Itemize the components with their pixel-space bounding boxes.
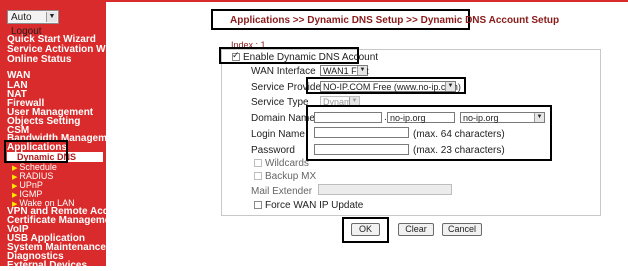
enable-ddns-checkbox[interactable]	[232, 50, 240, 61]
force-wan-ip-checkbox[interactable]	[254, 201, 262, 209]
cancel-button[interactable]: Cancel	[442, 223, 482, 236]
domain-suffix-select-value: no-ip.org	[463, 113, 499, 123]
clear-button[interactable]: Clear	[398, 223, 434, 236]
domain-suffix-select[interactable]: no-ip.org ▼	[460, 112, 545, 123]
service-provider-value: NO-IP.COM Free (www.no-ip.com)	[323, 82, 461, 92]
chevron-down-icon: ▼	[445, 82, 455, 91]
sidebar-item-online-status[interactable]: Online Status	[7, 55, 71, 65]
sidebar-item-external-devices[interactable]: External Devices	[7, 261, 87, 271]
highlight-box-applications	[4, 140, 68, 163]
domain-name-label: Domain Name	[251, 113, 315, 124]
chevron-down-icon: ▼	[357, 66, 367, 75]
service-provider-select[interactable]: NO-IP.COM Free (www.no-ip.com) ▼	[320, 81, 461, 92]
password-label: Password	[251, 145, 295, 156]
login-name-note: (max. 64 characters)	[413, 129, 505, 140]
mail-extender-label: Mail Extender	[251, 186, 313, 197]
password-input[interactable]	[314, 144, 409, 155]
service-provider-label: Service Provider	[251, 82, 325, 93]
password-note: (max. 23 characters)	[413, 145, 505, 156]
wildcards-label: Wildcards	[265, 158, 309, 169]
breadcrumb: Applications >> Dynamic DNS Setup >> Dyn…	[230, 15, 560, 26]
chevron-down-icon: ▼	[534, 113, 544, 122]
sidebar: Auto Logout ▼ Quick Start Wizard Service…	[0, 0, 129, 271]
force-wan-ip-label: Force WAN IP Update	[265, 200, 364, 211]
login-name-input[interactable]	[314, 127, 409, 138]
auto-logout-select[interactable]: Auto Logout ▼	[7, 10, 59, 37]
top-accent-rule	[106, 0, 628, 2]
mail-extender-input[interactable]	[318, 184, 452, 195]
enable-ddns-label: Enable Dynamic DNS Account	[243, 52, 379, 63]
domain-name-input[interactable]	[314, 112, 382, 123]
ok-button[interactable]: OK	[351, 223, 380, 236]
wan-interface-label: WAN Interface	[251, 66, 316, 77]
domain-suffix-input[interactable]: no-ip.org	[387, 112, 455, 123]
backup-mx-checkbox[interactable]	[254, 172, 262, 180]
service-type-label: Service Type	[251, 97, 309, 108]
login-name-label: Login Name	[251, 129, 305, 140]
backup-mx-label: Backup MX	[265, 171, 317, 182]
wan-interface-select[interactable]: WAN1 First ▼	[320, 65, 369, 76]
wildcards-checkbox[interactable]	[254, 159, 262, 167]
chevron-down-icon[interactable]: ▼	[46, 12, 57, 22]
